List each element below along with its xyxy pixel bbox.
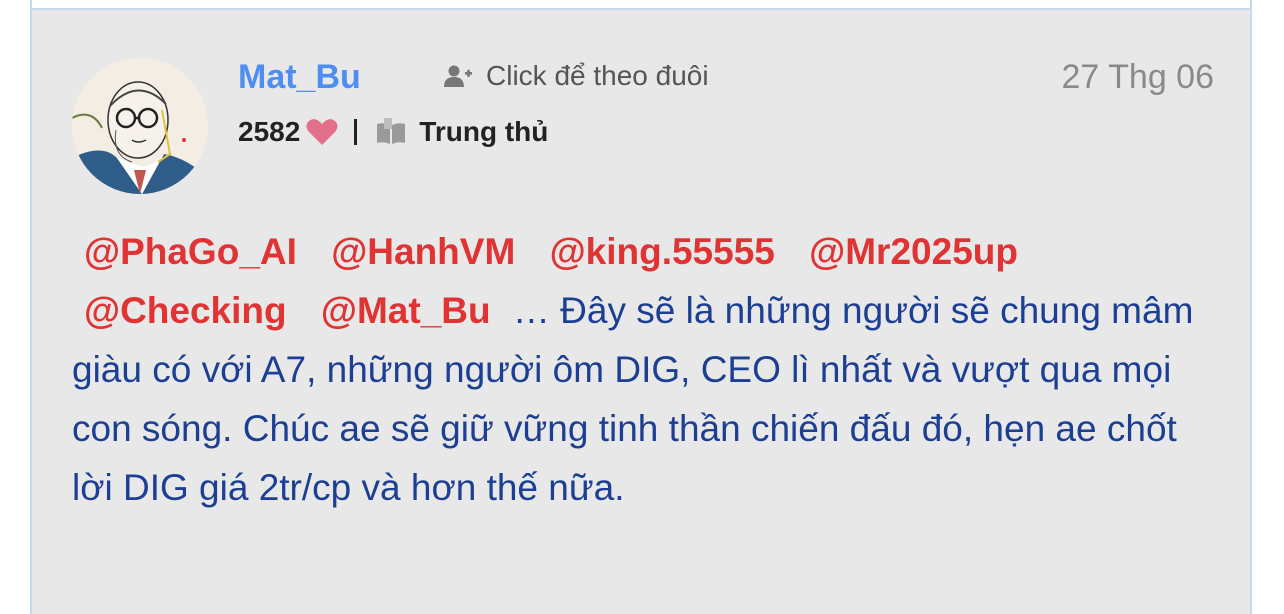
book-icon: [377, 118, 406, 144]
mention-link[interactable]: @king.55555: [550, 231, 775, 272]
likes-count: 2582: [238, 116, 301, 147]
user-rank: Trung thủ: [419, 116, 549, 147]
mention-link[interactable]: @Checking: [84, 290, 287, 331]
heart-icon: [306, 119, 338, 145]
post-card: Mat_Bu Click để theo đuôi 27 Thg 06 2582…: [30, 0, 1252, 614]
username[interactable]: Mat_Bu: [238, 58, 361, 97]
post-date: 27 Thg 06: [1061, 58, 1214, 96]
follow-button[interactable]: Click để theo đuôi: [444, 60, 709, 92]
separator: [354, 119, 358, 145]
avatar[interactable]: [72, 58, 208, 194]
mention-link[interactable]: @Mat_Bu: [321, 290, 491, 331]
divider: [32, 0, 1250, 10]
avatar-illustration: [72, 58, 208, 194]
follow-label: Click để theo đuôi: [486, 60, 709, 91]
user-meta: 2582 Trung thủ: [238, 116, 548, 148]
mention-link[interactable]: @PhaGo_AI: [84, 231, 297, 272]
post-content: @PhaGo_AI @HanhVM @king.55555 @Mr2025up …: [72, 222, 1222, 517]
mention-link[interactable]: @Mr2025up: [809, 231, 1018, 272]
mention-link[interactable]: @HanhVM: [331, 231, 515, 272]
add-user-icon: [444, 65, 472, 87]
